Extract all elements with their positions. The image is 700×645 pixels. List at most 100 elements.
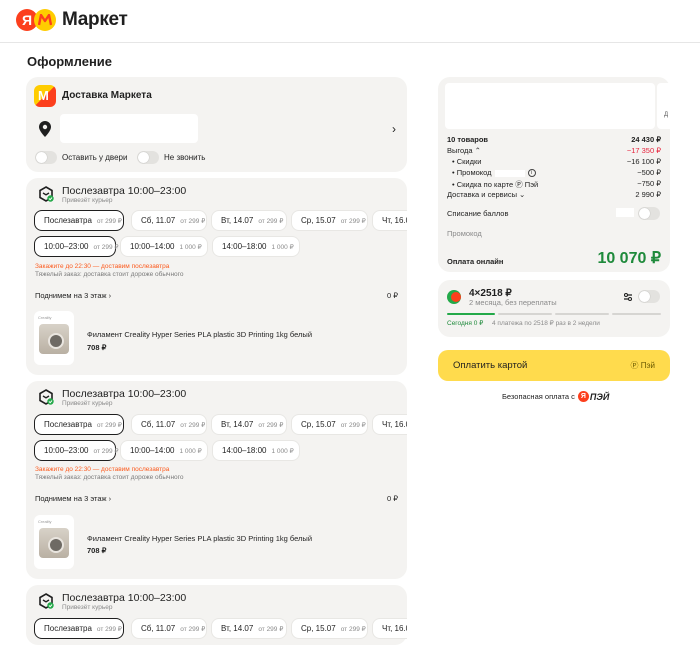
time-slot-chip[interactable]: 14:00–18:00 1 000 ₽ [212,440,300,461]
discounts-row: • Скидки −16 100 ₽ [452,157,661,166]
chevron-right-icon: › [108,291,112,300]
shipment-subtitle: Привезёт курьер [62,604,113,611]
split-schedule: 4 платежа по 2518 ₽ раз в 2 недели [492,320,600,327]
day-chip[interactable]: Ср, 15.07 от 299 ₽ [291,210,368,231]
day-chip[interactable]: Вт, 14.07 от 299 ₽ [211,618,287,639]
split-progress-segment [498,313,552,315]
time-slot-chip[interactable]: 10:00–14:00 1 000 ₽ [120,440,208,461]
leave-at-door-toggle[interactable] [35,151,57,164]
promo-code-input[interactable]: Промокод [447,229,482,238]
slot-chips: 10:00–23:00 от 299 ₽ 10:00–14:00 1 000 ₽ 1… [34,440,407,461]
slot-chips: 10:00–23:00 от 299 ₽ 10:00–14:00 1 000 ₽ 1… [34,236,407,257]
shipment-subtitle: Привезёт курьер [62,197,113,204]
product-name[interactable]: Филамент Creality Hyper Series PLA plast… [87,330,312,339]
split-toggle[interactable] [638,290,660,303]
no-call-label: Не звонить [164,153,206,162]
day-chip[interactable]: Послезавтра от 299 ₽ [34,210,124,231]
split-progress-segment [555,313,609,315]
split-terms: 2 месяца, без переплаты [469,298,557,307]
shipment-card: Послезавтра 10:00–23:00 Привезёт курьер … [26,585,407,645]
shipment-title: Послезавтра 10:00–23:00 [62,388,187,400]
day-chip[interactable]: Ср, 15.07 от 299 ₽ [291,618,368,639]
shipment-title: Послезавтра 10:00–23:00 [62,185,187,197]
info-icon[interactable]: i [527,169,536,178]
product-thumbnail[interactable]: Creality [34,311,74,365]
shipment-card: Послезавтра 10:00–23:00 Привезёт курьер … [26,178,407,375]
order-summary-card: Д 10 товаров 24 430 ₽ Выгода ⌃ −17 350 ₽ •… [438,77,670,272]
shipment-title: Послезавтра 10:00–23:00 [62,592,187,604]
day-chip[interactable]: Сб, 11.07 от 299 ₽ [131,210,207,231]
order-deadline-warning: Закажите до 22:30 — доставим послезавтра [35,263,170,270]
lift-price: 0 ₽ [386,494,398,503]
courier-box-icon [39,389,54,405]
yandex-pay-logo: Я ПЭЙ [577,391,609,402]
time-slot-chip[interactable]: 10:00–23:00 от 299 ₽ [34,236,119,257]
day-chip[interactable]: Чт, 16.07 [372,414,407,435]
delivery-title: Доставка Маркета [62,90,152,101]
day-chip[interactable]: Послезавтра от 299 ₽ [34,414,124,435]
promo-row: • Промокод i −500 ₽ [452,168,661,178]
day-chips: Послезавтра от 299 ₽ Сб, 11.07 от 299 ₽ Вт… [34,618,407,639]
order-deadline-warning: Закажите до 22:30 — доставим послезавтра [35,466,170,473]
split-progress-segment [612,313,661,315]
heavy-order-note: Тяжелый заказ: доставка стоит дороже обы… [35,271,184,278]
pay-by-card-button[interactable]: Оплатить картой Ⓟ Пэй [438,350,670,381]
product-name[interactable]: Филамент Creality Hyper Series PLA plast… [87,534,312,543]
settings-sliders-icon[interactable] [623,292,633,302]
shipment-subtitle: Привезёт курьер [62,400,113,407]
points-toggle[interactable] [638,207,660,220]
time-slot-chip[interactable]: 10:00–23:00 от 299 ₽ [34,440,119,461]
address-chevron-right-icon[interactable]: › [392,122,396,136]
day-chip[interactable]: Чт, 16.07 [372,210,407,231]
header: Я Маркет [0,0,700,43]
product-price: 708 ₽ [87,343,107,352]
day-chip[interactable]: Чт, 16.07 [372,618,407,639]
filament-spool-image [39,528,69,558]
lift-option[interactable]: Поднимем на 3 этаж › [35,494,111,503]
no-call-toggle[interactable] [137,151,159,164]
split-payment-card[interactable]: 4×2518 ₽ 2 месяца, без переплаты Сегодня… [438,280,670,337]
day-chips: Послезавтра от 299 ₽ Сб, 11.07 от 299 ₽ Вт… [34,210,407,231]
courier-box-icon [39,186,54,202]
lift-option[interactable]: Поднимем на 3 этаж › [35,291,111,300]
day-chip[interactable]: Ср, 15.07 от 299 ₽ [291,414,368,435]
secure-payment-note: Безопасная оплата с Я ПЭЙ [502,391,610,402]
day-chip[interactable]: Сб, 11.07 от 299 ₽ [131,618,207,639]
pay-button-label: Оплатить картой [453,360,528,371]
location-pin-icon [39,121,51,137]
day-chip[interactable]: Сб, 11.07 от 299 ₽ [131,414,207,435]
chevron-right-icon: › [108,494,112,503]
card-discount-row: • Скидка по карте Ⓟ Пэй −750 ₽ [452,179,661,189]
leave-at-door-label: Оставить у двери [62,153,128,162]
pay-online-label: Оплата онлайн [447,257,504,266]
product-thumbnail[interactable]: Creality [34,515,74,569]
items-row: 10 товаров 24 430 ₽ [447,135,661,144]
courier-box-icon [39,593,54,609]
benefit-row[interactable]: Выгода ⌃ −17 350 ₽ [447,146,661,155]
next-payment-method[interactable]: Д [657,83,670,129]
day-chip[interactable]: Вт, 14.07 от 299 ₽ [211,414,287,435]
time-slot-chip[interactable]: 10:00–14:00 1 000 ₽ [120,236,208,257]
day-chip[interactable]: Послезавтра от 299 ₽ [34,618,124,639]
delivery-card: М Доставка Маркета › Оставить у двери Не… [26,77,407,172]
address-field[interactable] [60,114,198,143]
day-chips: Послезавтра от 299 ₽ Сб, 11.07 от 299 ₽ Вт… [34,414,407,435]
market-delivery-icon: М [34,85,56,107]
lift-price: 0 ₽ [386,291,398,300]
order-total: 10 070 ₽ [597,250,661,267]
split-today: Сегодня 0 ₽ [447,320,484,327]
split-icon [447,290,461,304]
split-progress-segment [447,313,495,315]
day-chip[interactable]: Вт, 14.07 от 299 ₽ [211,210,287,231]
logo-text: Маркет [62,9,128,30]
market-logo-icon [34,9,56,31]
filament-spool-image [39,324,69,354]
shipment-card: Послезавтра 10:00–23:00 Привезёт курьер … [26,381,407,579]
services-row[interactable]: Доставка и сервисы ⌄ 2 990 ₽ [447,190,661,199]
time-slot-chip[interactable]: 14:00–18:00 1 000 ₽ [212,236,300,257]
product-price: 708 ₽ [87,546,107,555]
points-mask [616,208,634,217]
market-logo[interactable]: Я Маркет [16,9,128,31]
payment-method-area[interactable] [445,83,655,129]
heavy-order-note: Тяжелый заказ: доставка стоит дороже обы… [35,474,184,481]
